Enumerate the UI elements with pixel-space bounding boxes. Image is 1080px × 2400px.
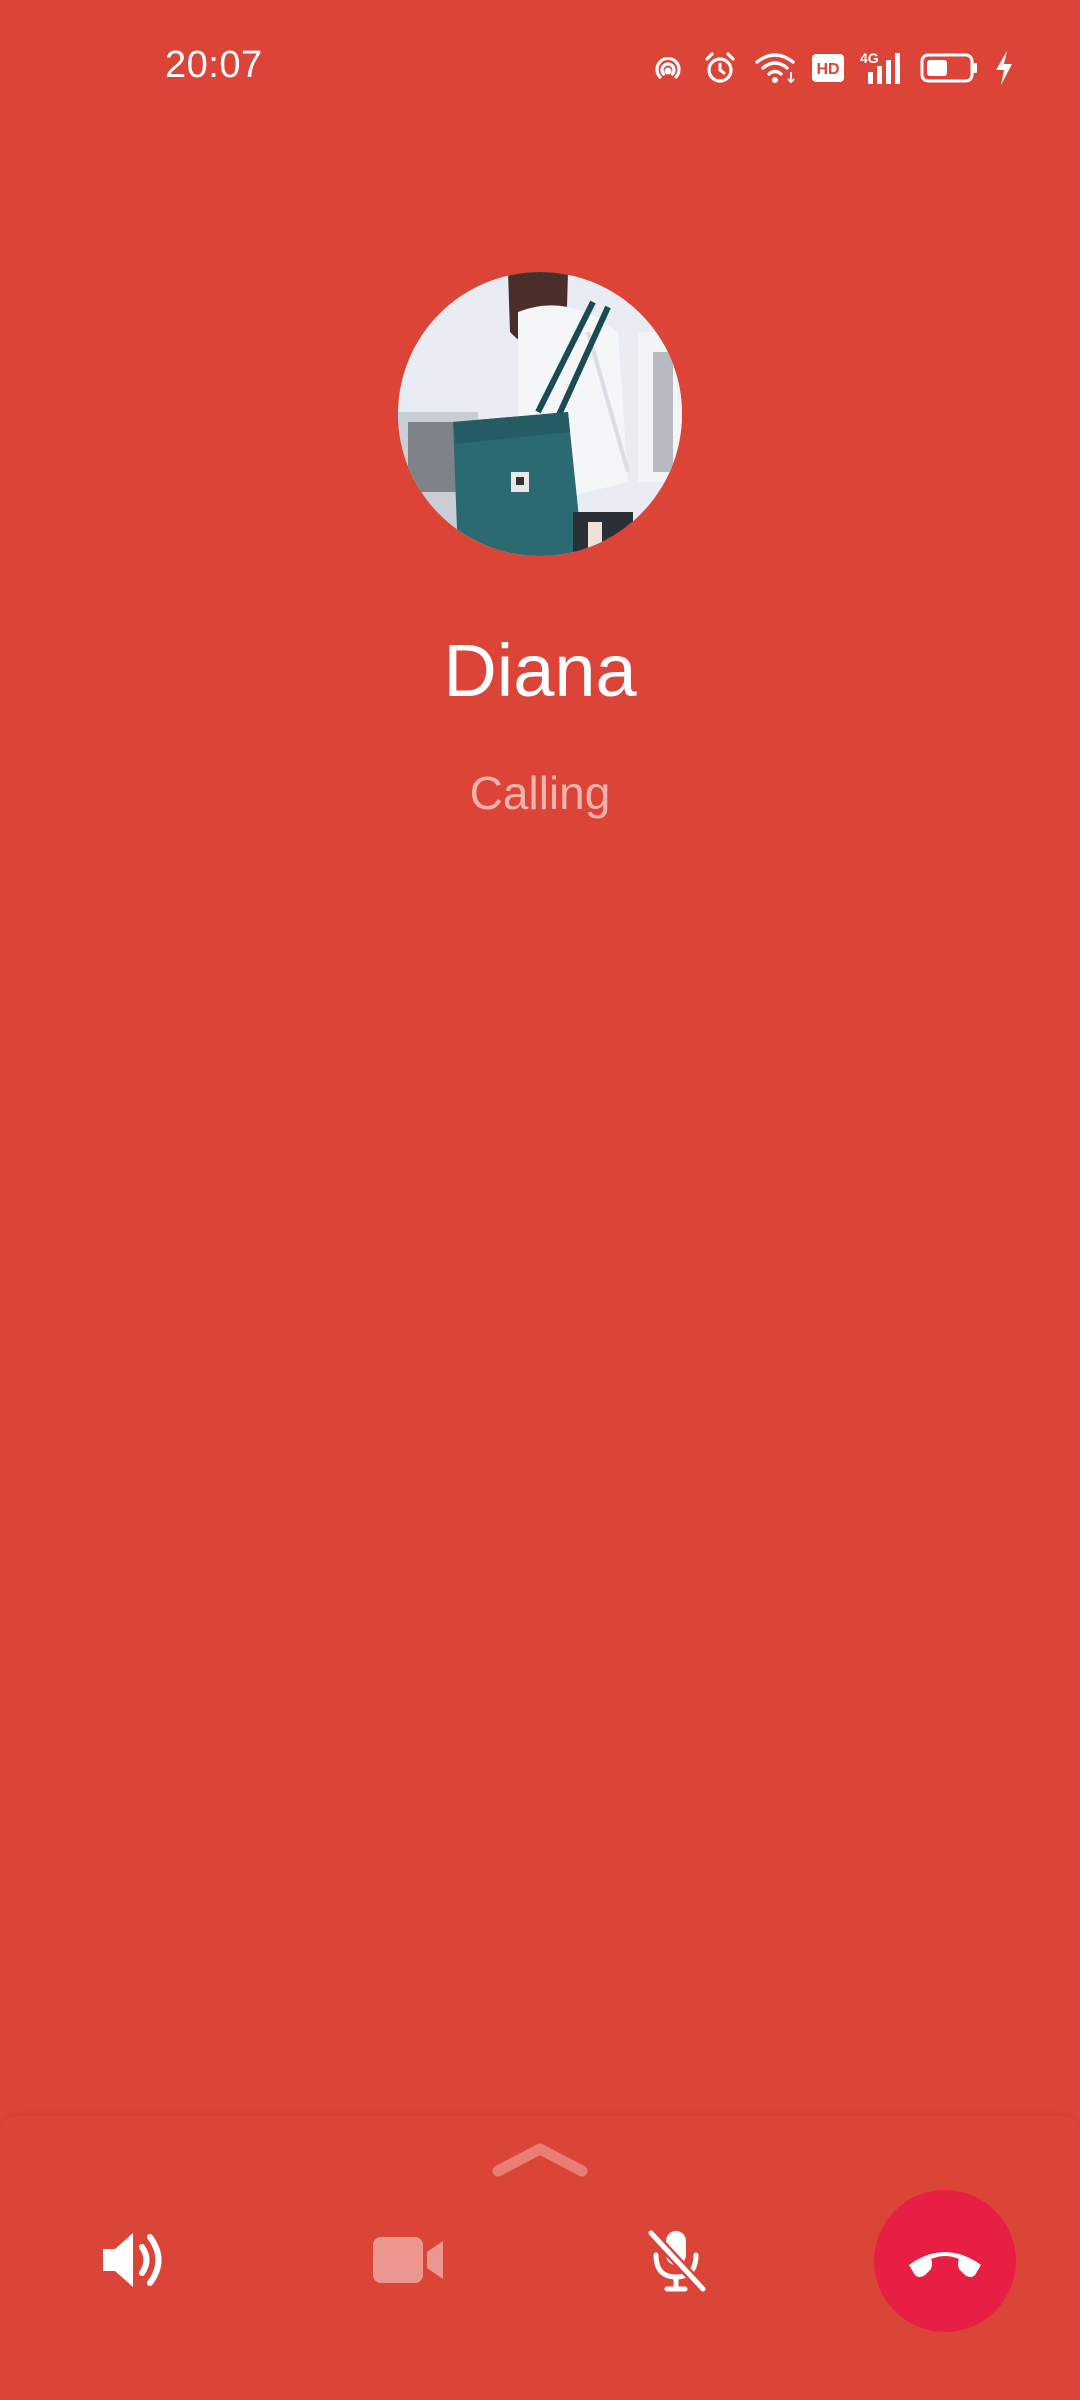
video-button[interactable] [356, 2216, 460, 2304]
caller-name: Diana [443, 629, 637, 712]
battery-icon [920, 46, 978, 90]
expand-handle[interactable] [490, 2136, 590, 2182]
mute-button[interactable] [624, 2210, 728, 2310]
call-status: Calling [469, 767, 611, 819]
end-call-icon [909, 2252, 981, 2277]
alarm-icon [702, 46, 738, 90]
end-call-button[interactable] [874, 2190, 1016, 2332]
network-label: 4G [860, 50, 879, 66]
chevron-up-icon [492, 2143, 588, 2177]
status-time: 20:07 [165, 44, 263, 86]
caller-avatar [398, 272, 682, 556]
video-camera-icon [373, 2237, 443, 2283]
hd-icon: HD [812, 46, 844, 90]
charging-icon [994, 46, 1014, 90]
status-icons: HD 4G [650, 46, 1014, 90]
speaker-icon [103, 2233, 162, 2287]
status-bar: 20:07 HD 4G [0, 0, 1080, 136]
speaker-button[interactable] [82, 2216, 186, 2304]
wifi-icon [754, 46, 796, 90]
mic-off-icon [646, 2228, 708, 2294]
signal-4g-icon: 4G [860, 46, 904, 90]
hd-label: HD [816, 61, 839, 78]
hotspot-icon [650, 46, 686, 90]
